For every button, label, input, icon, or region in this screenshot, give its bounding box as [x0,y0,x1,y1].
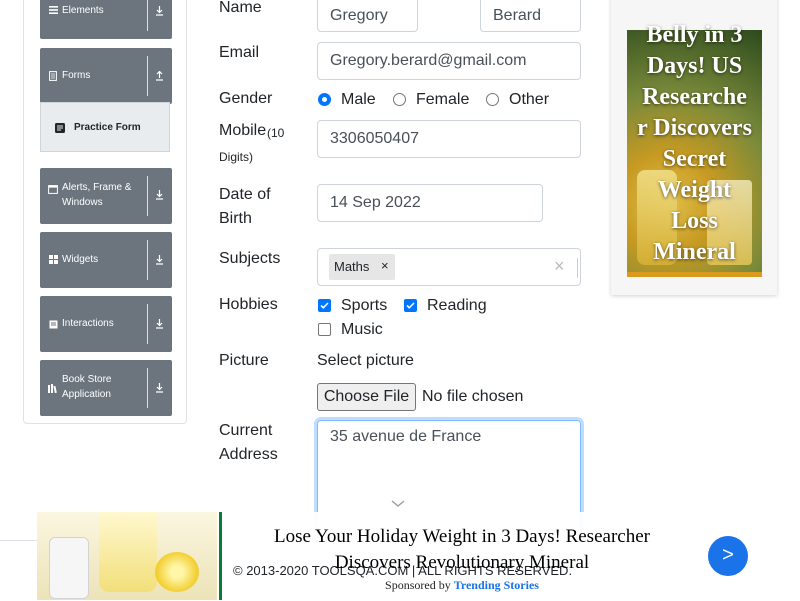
window-icon [48,184,58,194]
file-status: No file chosen [422,388,524,405]
interactions-icon [48,319,58,329]
gender-other-label[interactable]: Other [509,90,549,110]
sidebar-group-label: Alerts, Frame & Windows [62,182,132,208]
form-icon [54,122,66,137]
download-arrow-icon[interactable] [152,188,166,202]
bottom-ad-divider [219,512,222,600]
hobby-music-checkbox[interactable] [318,323,331,336]
download-arrow-icon[interactable] [152,317,166,331]
select-picture-label: Select picture [317,352,414,369]
last-name-input[interactable]: Berard [480,0,581,32]
sidebar-item-practice-form[interactable]: Practice Form [40,102,170,152]
sidebar-group-label: Elements [62,5,104,16]
subject-chip-label: Maths [334,259,370,274]
mobile-hint-first: (10 [267,126,285,140]
gender-female-label[interactable]: Female [416,90,469,110]
gender-other-radio[interactable] [486,93,499,106]
clear-subjects-icon[interactable]: × [554,256,565,277]
sidebar-group-interactions[interactable]: Interactions [40,296,172,352]
sidebar-item-label: Practice Form [74,122,141,133]
address-label-line1: Current [219,422,273,439]
sidebar-group-label: Widgets [62,254,99,265]
hobby-music-label[interactable]: Music [341,320,383,340]
first-name-input[interactable]: Gregory [317,0,418,32]
bottom-ad-sponsor: Sponsored by Trending Stories [385,578,539,592]
choose-file-button[interactable]: Choose File [317,383,416,411]
next-arrow-button[interactable]: > [708,536,748,576]
mobile-hint-second: Digits) [219,150,254,164]
email-input[interactable]: Gregory.berard@gmail.com [317,42,581,80]
sidebar-group-label: Interactions [62,318,114,329]
sidebar-group-elements[interactable]: Elements [40,0,172,39]
side-ad-headline[interactable]: Belly in 3 Days! US Researche r Discover… [627,20,762,268]
hobby-sports-checkbox[interactable] [318,299,331,312]
sidebar-group-label: Forms [62,70,91,81]
subject-chip: Maths × [329,254,395,280]
book-icon [48,383,58,393]
chip-remove-icon[interactable]: × [381,258,389,273]
bottom-ad-title[interactable]: Lose Your Holiday Weight in 3 Days! Rese… [240,524,684,576]
gender-male-radio[interactable] [318,93,331,106]
sidebar: Elements Forms Practice Form Alerts, Fra… [23,0,187,424]
upload-arrow-icon[interactable] [152,69,166,83]
gender-label: Gender [219,90,273,107]
hobby-reading-label[interactable]: Reading [427,296,487,316]
chevron-down-icon [391,495,405,513]
mobile-input[interactable]: 3306050407 [317,120,581,158]
dob-label-line1: Date of [219,186,271,203]
sidebar-group-book-store[interactable]: Book Store Application [40,360,172,416]
grid-icon [48,254,58,264]
date-of-birth-input[interactable]: 14 Sep 2022 [317,184,543,222]
sidebar-group-forms[interactable]: Forms [40,48,172,104]
gender-male-label[interactable]: Male [341,90,376,110]
email-label: Email [219,44,260,61]
name-label: Name [219,0,262,16]
document-icon [48,71,58,81]
subjects-label: Subjects [219,250,281,267]
download-arrow-icon[interactable] [152,4,166,18]
hobby-sports-label[interactable]: Sports [341,296,387,316]
sidebar-group-label: Book Store Application [62,374,112,400]
picture-label: Picture [219,352,269,369]
download-arrow-icon[interactable] [152,253,166,267]
sidebar-group-alerts[interactable]: Alerts, Frame & Windows [40,168,172,224]
sponsor-link[interactable]: Trending Stories [454,578,539,592]
list-icon [48,5,58,15]
hobby-reading-checkbox[interactable] [404,299,417,312]
mobile-label: Mobile [219,122,267,139]
hobbies-label: Hobbies [219,296,278,313]
gender-female-radio[interactable] [393,93,406,106]
download-arrow-icon[interactable] [152,381,166,395]
address-label-line2: Address [219,446,278,463]
dob-label-line2: Birth [219,210,252,227]
sidebar-group-widgets[interactable]: Widgets [40,232,172,288]
subjects-separator [577,258,578,278]
bottom-ad-image[interactable] [37,512,217,600]
